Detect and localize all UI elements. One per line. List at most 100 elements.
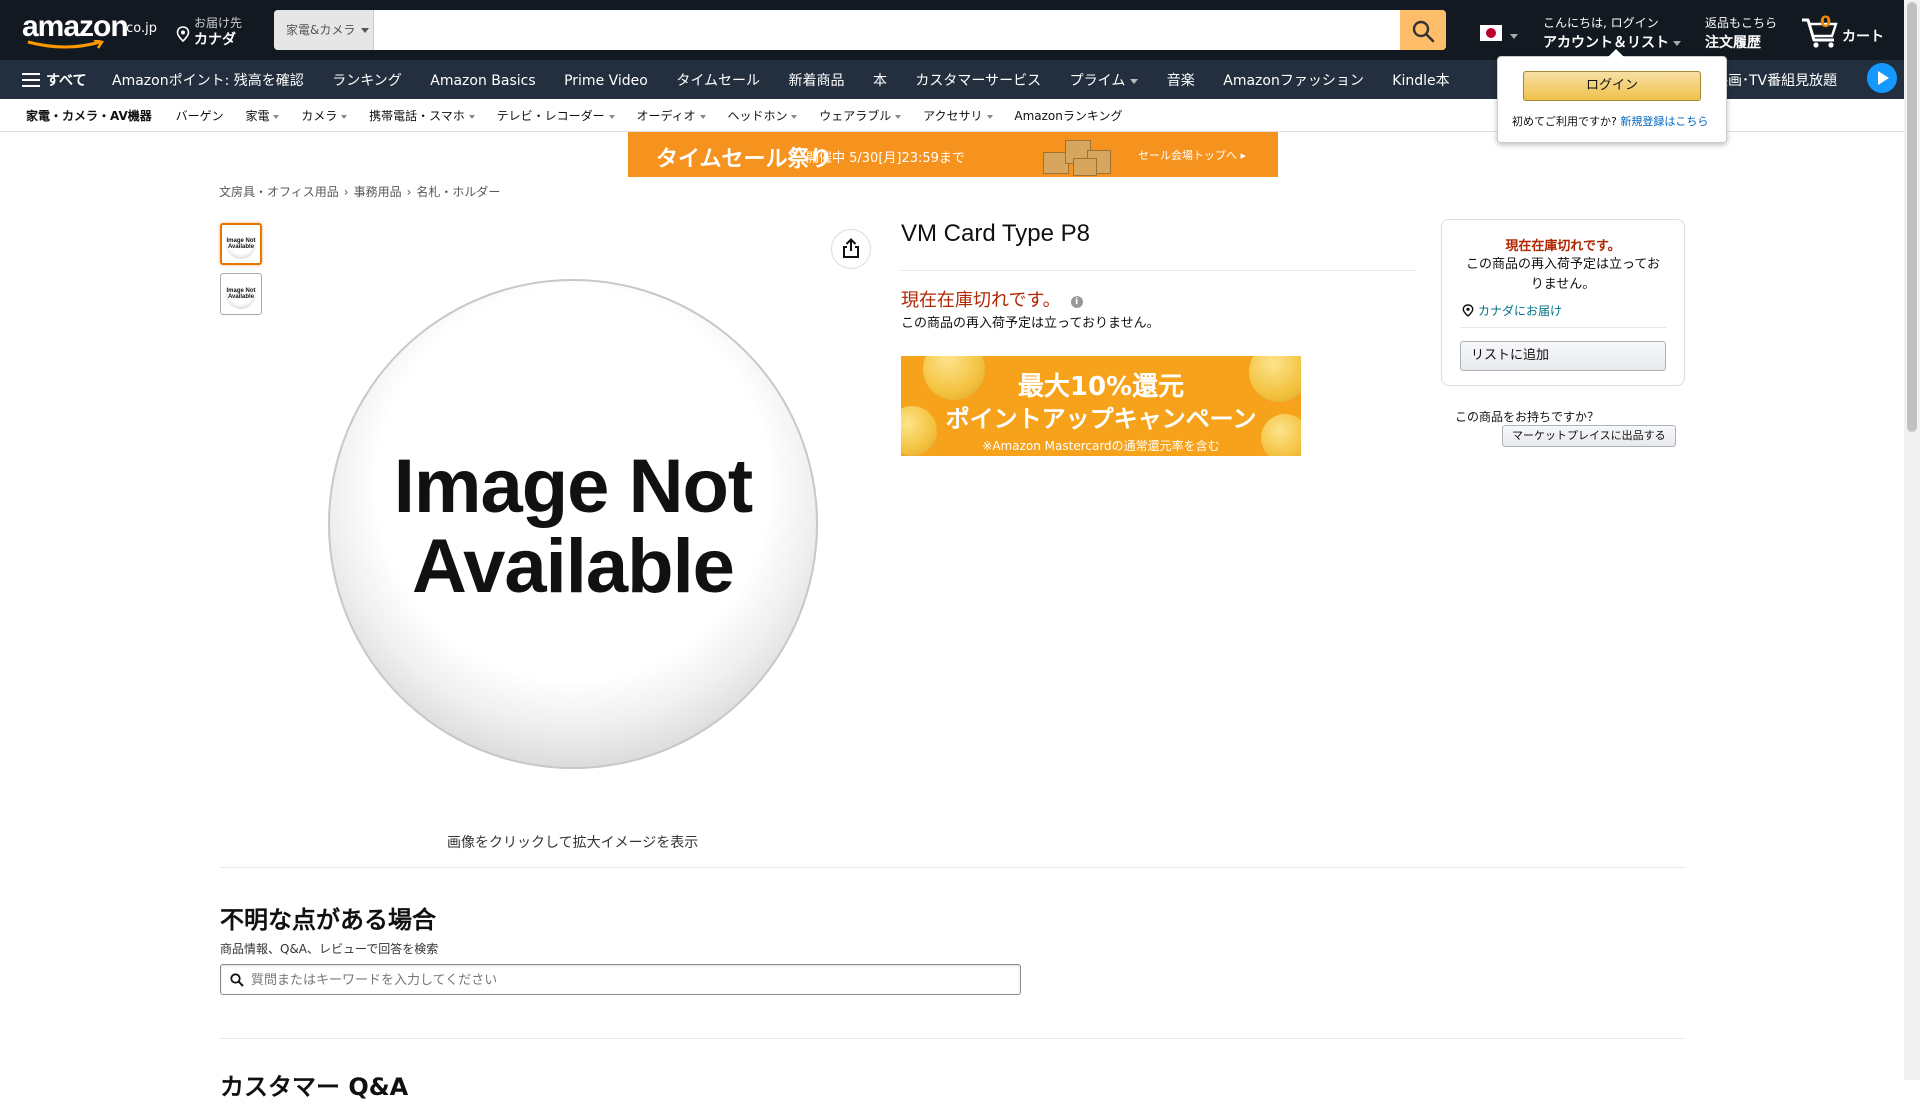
location-pin-icon [1462,304,1474,317]
cat-wearable: ウェアラブル [819,109,892,123]
buybox-restock: この商品の再入荷予定は立っておりません。 [1466,257,1660,292]
returns-and-orders[interactable]: 返品もこちら 注文履歴 [1705,14,1777,52]
nav-link-music[interactable]: 音楽 [1167,73,1195,89]
chevron-down-icon [608,114,615,119]
add-to-list-button[interactable]: リストに追加 [1460,341,1666,371]
nav-link-books[interactable]: 本 [873,73,887,89]
search-button[interactable] [1400,10,1446,50]
login-button[interactable]: ログイン [1523,71,1701,101]
chevron-down-icon [895,114,902,119]
product-title: VM Card Type P8 [901,220,1090,247]
account-and-lists[interactable]: こんにちは, ログイン アカウント＆リスト [1543,14,1681,52]
nav-link-time-sale[interactable]: タイムセール [676,73,760,89]
cat-audio-wrap[interactable]: オーディオ [636,109,706,123]
breadcrumb-item[interactable]: 文房具・オフィス用品 [219,185,339,199]
cat-phones-wrap[interactable]: 携帯電話・スマホ [369,109,475,123]
time-sale-banner[interactable]: タイムセール祭り 開催中 5/30[月]23:59まで セール会場トップへ ▸ [628,132,1278,177]
chevron-down-icon [791,114,798,119]
chevron-down-icon [361,28,370,33]
main-product-image[interactable]: Image Not Available [328,279,818,769]
chevron-down-icon [1510,34,1518,39]
register-link[interactable]: 新規登録はこちら [1620,115,1708,128]
account-label: アカウント＆リスト [1543,35,1669,51]
customer-qa-heading: カスタマー Q&A [220,1073,409,1101]
nav-link-customer-service[interactable]: カスタマーサービス [915,73,1041,89]
divider [1460,327,1666,328]
search-icon [230,973,244,987]
search-bar: 家電&カメラ [274,10,1446,50]
qa-search-box [220,964,1021,996]
buybox-availability: 現在在庫切れです。 [1505,239,1621,254]
cat-appliances-wrap[interactable]: 家電 [245,109,280,123]
cat-ranking[interactable]: Amazonランキング [1014,109,1122,123]
divider [220,1038,1685,1039]
cat-bargain[interactable]: バーゲン [176,109,224,123]
all-menu-button[interactable]: すべて [22,70,86,90]
breadcrumb-item[interactable]: 事務用品 [354,185,402,199]
breadcrumb-separator: › [343,185,349,199]
nav-link-kindle[interactable]: Kindle本 [1392,73,1449,89]
image-placeholder-line: Image Not [393,444,753,529]
boxes-icon [1043,136,1113,176]
cat-headphones-wrap[interactable]: ヘッドホン [727,109,798,123]
promo-note: ※Amazon Mastercardの通常還元率を含む [982,439,1220,453]
search-category-label: 家電&カメラ [286,23,356,37]
nav-link-prime-video[interactable]: Prime Video [564,73,648,89]
cart-count: 0 [1820,12,1832,31]
nav-link-ranking[interactable]: ランキング [332,73,402,89]
cat-accessory-wrap[interactable]: アクセサリ [923,109,993,123]
buy-box: 現在在庫切れです。 この商品の再入荷予定は立っておりません。 カナダにお届け リ… [1441,219,1685,386]
qa-subheading: 商品情報、Q&A、レビューで回答を検索 [220,942,439,956]
cat-appliances: 家電 [245,109,270,123]
deliver-to-link[interactable]: カナダにお届け [1462,302,1562,319]
divider [901,270,1416,271]
orders-label: 注文履歴 [1705,35,1761,51]
search-category-select[interactable]: 家電&カメラ [274,10,374,50]
sell-on-marketplace-button[interactable]: マーケットプレイスに出品する [1502,425,1676,447]
nav-link-new-arrivals[interactable]: 新着商品 [789,73,845,89]
cart-button[interactable]: 0 カート [1800,12,1900,52]
page-scrollbar[interactable] [1904,0,1920,1080]
new-customer-prompt: 初めてご利用ですか? [1512,115,1617,128]
info-icon[interactable]: i [1070,296,1083,308]
new-customer-text: 初めてご利用ですか? 新規登録はこちら [1512,113,1708,129]
hamburger-icon [22,73,40,87]
image-thumbnail[interactable]: Image Not Available [220,223,262,265]
play-icon[interactable] [1867,63,1897,93]
search-icon [1412,20,1435,43]
points-campaign-banner[interactable]: 最大10%還元 ポイントアップキャンペーン ※Amazon Mastercard… [901,356,1301,456]
divider [220,867,1685,868]
cat-electronics[interactable]: 家電・カメラ・AV機器 [26,109,152,123]
chevron-down-icon [468,114,475,119]
nav-link-points[interactable]: Amazonポイント: 残高を確認 [112,73,304,89]
cat-tv-wrap[interactable]: テレビ・レコーダー [497,109,615,123]
nav-link-fashion[interactable]: Amazonファッション [1223,73,1364,89]
deliver-to-text: カナダにお届け [1478,304,1563,318]
cat-camera-wrap[interactable]: カメラ [301,109,348,123]
logo-text: amazon [22,10,129,43]
japan-flag-icon[interactable] [1480,25,1502,41]
image-placeholder-text: Image Not Available [328,447,818,607]
cat-wearable-wrap[interactable]: ウェアラブル [819,109,902,123]
banner-period: 開催中 5/30[月]23:59まで [806,151,965,166]
chevron-down-icon [1673,40,1681,46]
cat-headphones: ヘッドホン [727,109,788,123]
account-greeting: こんにちは, ログイン [1543,16,1659,30]
amazon-logo[interactable]: amazon .co.jp [22,10,157,50]
scrollbar-thumb[interactable] [1907,2,1917,432]
nav-link-prime-wrap[interactable]: プライム [1070,73,1139,89]
cat-accessory: アクセサリ [923,109,983,123]
breadcrumb-separator: › [406,185,412,199]
logo-smile-icon [27,40,105,49]
availability-status: 現在在庫切れです。 i [901,286,1083,312]
signin-flyout: ログイン 初めてご利用ですか? 新規登録はこちら [1497,49,1727,143]
restock-notice: この商品の再入荷予定は立っておりません。 [901,316,1160,331]
nav-link-amazon-basics[interactable]: Amazon Basics [430,73,535,89]
availability-text: 現在在庫切れです。 [901,290,1061,311]
search-input[interactable] [374,10,1400,50]
breadcrumb-item[interactable]: 名札・ホルダー [416,185,500,199]
banner-cta: セール会場トップへ ▸ [1138,149,1247,162]
share-button[interactable] [831,229,871,269]
image-thumbnail[interactable]: Image Not Available [220,273,262,315]
qa-search-input[interactable] [249,965,1013,996]
